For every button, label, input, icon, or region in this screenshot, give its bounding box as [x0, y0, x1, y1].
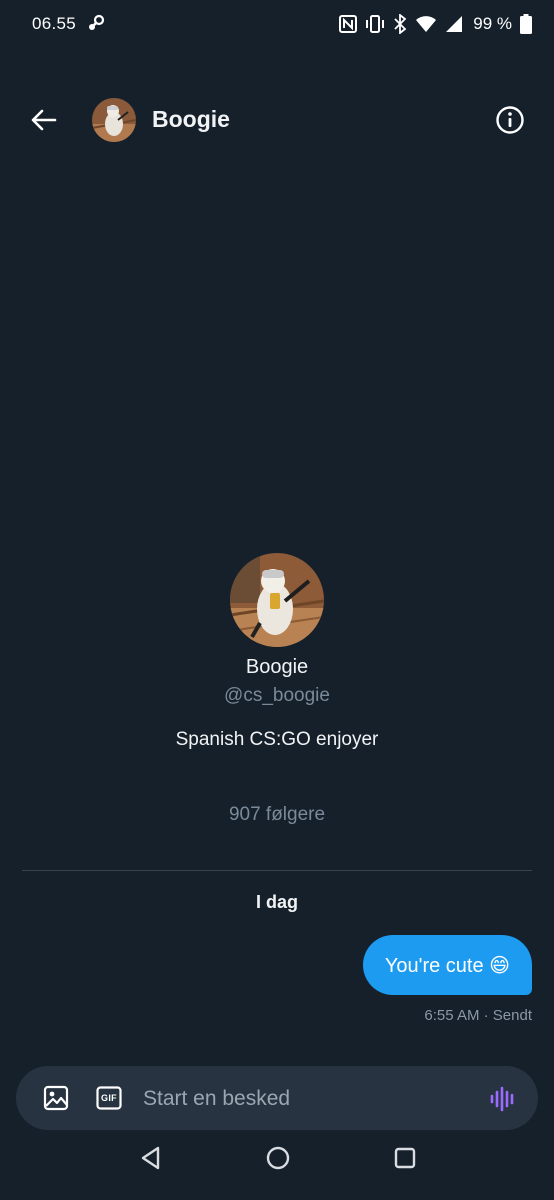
nav-back-button[interactable]	[138, 1144, 166, 1172]
back-arrow-icon	[31, 109, 57, 131]
battery-percent: 99 %	[473, 14, 512, 33]
nav-back-icon	[141, 1146, 160, 1170]
battery-icon	[520, 14, 532, 34]
message-meta: 6:55 AM · Sendt	[424, 1007, 532, 1024]
profile-handle: @cs_boogie	[224, 685, 330, 706]
profile-bio: Spanish CS:GO enjoyer	[175, 729, 379, 750]
profile-name: Boogie	[245, 656, 309, 678]
steam-icon	[86, 13, 106, 33]
divider	[22, 870, 532, 871]
back-button[interactable]	[28, 104, 60, 136]
voice-icon	[490, 1086, 514, 1112]
image-button[interactable]	[42, 1084, 70, 1112]
gif-button[interactable]: GIF	[96, 1086, 122, 1110]
vibrate-icon	[365, 15, 385, 33]
info-button[interactable]	[494, 104, 526, 136]
header-avatar[interactable]	[92, 98, 136, 142]
nfc-icon	[339, 15, 358, 33]
signal-icon	[445, 15, 463, 33]
day-separator: I dag	[255, 892, 298, 912]
voice-button[interactable]	[488, 1084, 518, 1114]
nav-home-button[interactable]	[264, 1144, 292, 1172]
bluetooth-icon	[393, 14, 407, 34]
message-input[interactable]: Start en besked	[143, 1084, 473, 1114]
status-icons: 99 %	[339, 12, 532, 36]
header-title: Boogie	[152, 106, 230, 132]
followers-count[interactable]: 907 følgere	[0, 804, 554, 826]
profile-avatar[interactable]	[230, 553, 324, 647]
wifi-icon	[415, 15, 437, 33]
nav-recents-button[interactable]	[391, 1144, 419, 1172]
image-icon	[43, 1085, 69, 1111]
info-icon	[496, 106, 524, 134]
nav-recents-icon	[394, 1147, 416, 1169]
status-time: 06.55	[32, 14, 77, 33]
gif-icon: GIF	[101, 1093, 117, 1103]
message-bubble[interactable]: You're cute 😄	[362, 935, 532, 995]
nav-home-icon	[266, 1146, 290, 1170]
